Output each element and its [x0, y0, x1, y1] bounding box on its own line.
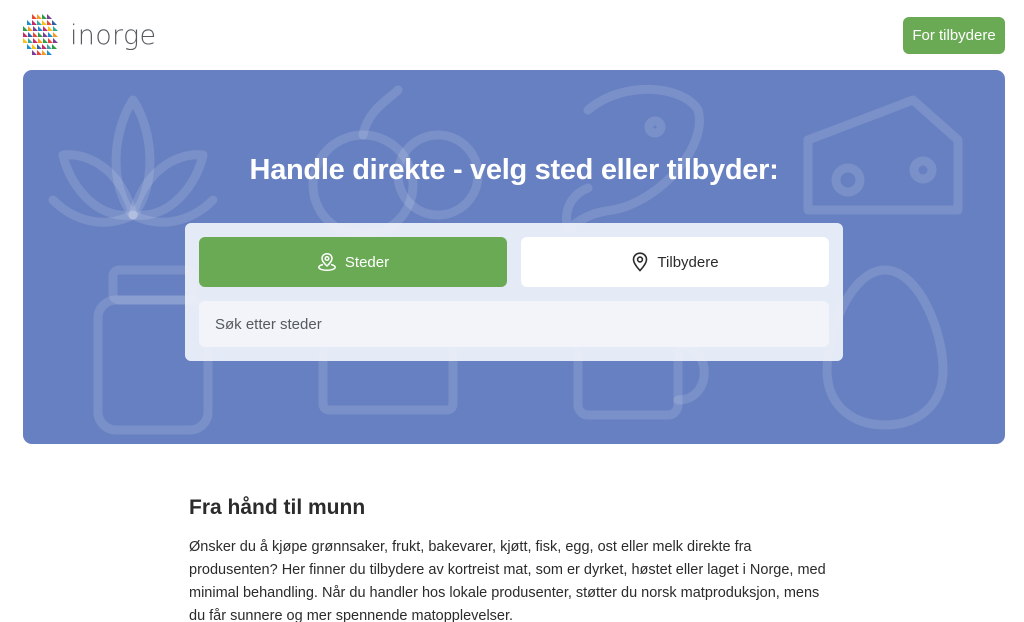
map-pin-outline-icon [317, 253, 336, 272]
tab-tilbydere-label: Tilbydere [657, 253, 719, 271]
map-marker-icon [633, 252, 648, 272]
logo-mark-icon [23, 14, 58, 55]
site-header: inorge For tilbydere [0, 0, 1024, 70]
tab-steder[interactable]: Steder [199, 237, 507, 287]
hero-banner: Handle direkte - velg sted eller tilbyde… [23, 70, 1005, 444]
intro-section: Fra hånd til munn Ønsker du å kjøpe grøn… [189, 496, 839, 622]
logo-text: inorge [70, 19, 157, 51]
intro-heading: Fra hånd til munn [189, 496, 366, 519]
search-card: Steder Tilbydere [185, 223, 843, 361]
tab-tilbydere[interactable]: Tilbydere [521, 237, 829, 287]
for-providers-button[interactable]: For tilbydere [903, 17, 1005, 54]
intro-body: Ønsker du å kjøpe grønnsaker, frukt, bak… [189, 539, 826, 622]
hero-title: Handle direkte - velg sted eller tilbyde… [249, 154, 779, 186]
search-input[interactable] [199, 301, 829, 347]
tab-steder-label: Steder [344, 253, 390, 271]
logo[interactable]: inorge [23, 14, 156, 56]
